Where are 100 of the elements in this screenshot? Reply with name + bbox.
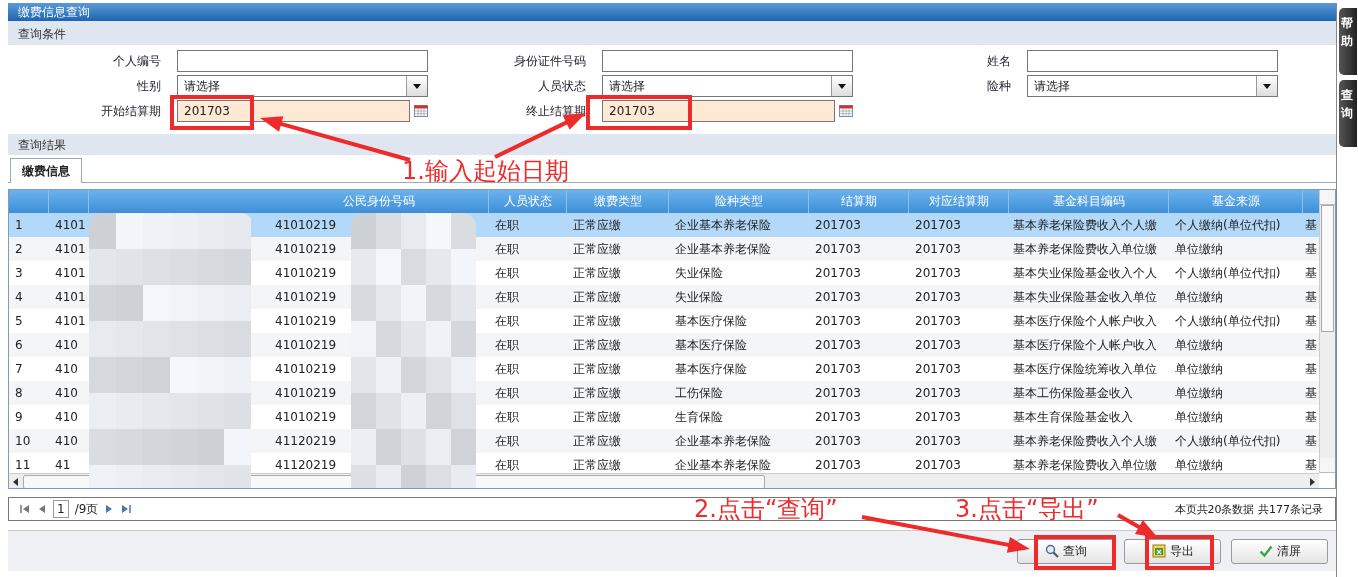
table-cell-text: 10	[14, 434, 32, 448]
text-field[interactable]	[602, 50, 853, 72]
table-cell-text: 在职	[494, 312, 520, 330]
table-cell-text: 7	[14, 362, 24, 376]
table-cell-text: 正常应缴	[572, 264, 622, 282]
table-cell-text: 201703	[914, 338, 962, 352]
table-cell-text: 企业基本养老保险	[674, 432, 772, 450]
table-cell-text: 410	[54, 410, 79, 424]
table-cell-text: 正常应缴	[572, 288, 622, 306]
table-cell-text: 单位缴纳	[1174, 408, 1224, 426]
table-cell-text: 基本工伤保险基金收入	[1012, 384, 1134, 402]
annotation-text: 3.点击“导出”	[955, 494, 1099, 524]
calendar-icon[interactable]	[414, 105, 428, 117]
spreadsheet-icon	[1151, 544, 1166, 558]
table-cell-text: 在职	[494, 240, 520, 258]
dropdown[interactable]: 请选择	[177, 75, 428, 97]
annotation-text: 2.点击“查询”	[694, 494, 838, 524]
table-cell-text: 410	[54, 338, 79, 352]
table-cell-text: 生育保险	[674, 408, 724, 426]
table-cell-text: 基本医疗保险统筹收入单位	[1012, 360, 1158, 378]
table-cell-text: 201703	[914, 314, 962, 328]
table-cell-text: 41010219	[274, 314, 338, 328]
side-tab[interactable]: 帮助	[1339, 8, 1357, 75]
table-cell-text: 正常应缴	[572, 408, 622, 426]
date-field[interactable]: 201703	[602, 100, 835, 122]
table-cell-text: 4101	[54, 314, 87, 328]
caret-icon	[413, 83, 421, 89]
table-cell-text: 11	[14, 458, 32, 472]
date-field[interactable]: 201703	[177, 100, 410, 122]
table-cell-text: 单位缴纳	[1174, 360, 1224, 378]
table-cell-text: 在职	[494, 216, 520, 234]
table-cell-text: 201703	[814, 266, 862, 280]
vertical-scrollbar[interactable]	[1319, 190, 1335, 473]
text-field[interactable]	[177, 50, 428, 72]
table-cell-text: 个人缴纳(单位代扣)	[1174, 312, 1282, 330]
table-cell-text: 201703	[914, 242, 962, 256]
caret-icon	[1263, 83, 1271, 89]
table-cell-text: 个人缴纳(单位代扣)	[1174, 264, 1282, 282]
table-cell-text: 6	[14, 338, 24, 352]
table-cell-text: 5	[14, 314, 24, 328]
table-cell-text: 基本养老保险费收入个人缴	[1012, 432, 1158, 450]
text-field[interactable]	[1027, 50, 1278, 72]
field-label: 险种	[986, 77, 1012, 95]
section-title: 查询结果	[18, 138, 66, 152]
table-cell-text: 201703	[814, 362, 862, 376]
table-cell-text: 企业基本养老保险	[674, 240, 772, 258]
table-cell-text: 个人缴纳(单位代扣)	[1174, 216, 1282, 234]
table-cell-text: 基	[1304, 216, 1318, 234]
table-cell-text: 410	[54, 434, 79, 448]
search-icon	[1044, 544, 1059, 558]
action-button[interactable]: 清屏	[1231, 538, 1328, 564]
table-cell-text: 基	[1304, 360, 1318, 378]
page-total: /9页	[74, 500, 99, 518]
table-cell-text: 4101	[54, 218, 87, 232]
table-cell-text: 基	[1304, 312, 1318, 330]
table-cell-text: 在职	[494, 264, 520, 282]
table-cell-text: 201703	[814, 242, 862, 256]
table-cell-text: 201703	[914, 458, 962, 472]
table-cell-text: 基本医疗保险个人帐户收入	[1012, 336, 1158, 354]
table-cell-text: 3	[14, 266, 24, 280]
checkmark-icon	[1258, 544, 1273, 558]
table-cell-text: 基本医疗保险	[674, 360, 748, 378]
dropdown[interactable]: 请选择	[602, 75, 853, 97]
table-cell-text: 41	[54, 458, 72, 472]
table-cell-text: 4	[14, 290, 24, 304]
calendar-icon[interactable]	[839, 105, 853, 117]
table-cell-text: 基本养老保险费收入个人缴	[1012, 216, 1158, 234]
last-page-icon[interactable]	[120, 503, 133, 515]
first-page-icon[interactable]	[19, 503, 31, 515]
table-cell-text: 在职	[494, 432, 520, 450]
table-cell-text: 单位缴纳	[1174, 384, 1224, 402]
table-cell-text: 工伤保险	[674, 384, 724, 402]
table-cell-text: 正常应缴	[572, 360, 622, 378]
table-cell-text: 在职	[494, 384, 520, 402]
table-cell-text: 基	[1304, 336, 1318, 354]
field-label: 人员状态	[537, 77, 587, 95]
table-cell-text: 41010219	[274, 362, 338, 376]
table-cell-text: 基	[1304, 384, 1318, 402]
table-cell-text: 201703	[914, 386, 962, 400]
window-title: 缴费信息查询	[18, 5, 90, 19]
page-field[interactable]: 1	[53, 500, 69, 518]
table-cell-text: 在职	[494, 456, 520, 473]
annotation-text: 1.输入起始日期	[402, 156, 569, 186]
table-cell-text: 基本失业保险基金收入个人	[1012, 264, 1158, 282]
table-cell-text: 201703	[914, 410, 962, 424]
table-cell-text: 正常应缴	[572, 312, 622, 330]
dropdown[interactable]: 请选择	[1027, 75, 1278, 97]
table-cell-text: 201703	[814, 410, 862, 424]
side-tab[interactable]: 查询	[1339, 80, 1357, 147]
previous-page-icon[interactable]	[37, 503, 47, 515]
table-cell-text: 失业保险	[674, 288, 724, 306]
tab[interactable]: 缴费信息	[10, 158, 82, 183]
table-cell-text: 基本养老保险费收入单位缴	[1012, 240, 1158, 258]
table-cell-text: 4101	[54, 266, 87, 280]
field-label: 身份证件号码	[513, 52, 587, 70]
field-label: 个人编号	[112, 52, 162, 70]
table-cell-text: 41010219	[274, 242, 338, 256]
table-cell-text: 基	[1304, 408, 1318, 426]
table-cell-text: 201703	[814, 386, 862, 400]
table-cell-text: 正常应缴	[572, 336, 622, 354]
